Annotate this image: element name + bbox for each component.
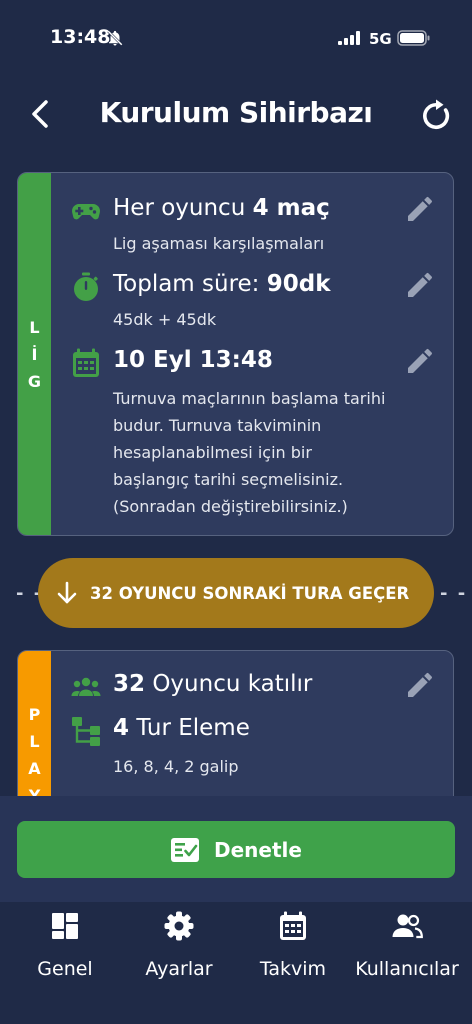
calendar-icon	[280, 911, 306, 940]
tab-label: Takvim	[259, 958, 327, 980]
arrow-down-icon	[57, 581, 77, 604]
tab-label: Ayarlar	[145, 958, 213, 980]
dashboard-icon	[52, 913, 78, 939]
page-title: Kurulum Sihirbazı	[99, 96, 373, 129]
stripe-letter: P	[28, 705, 41, 724]
rounds-text: 4 Tur Eleme	[113, 715, 250, 741]
header: Kurulum Sihirbazı	[0, 80, 472, 150]
tab-settings[interactable]: Ayarlar	[120, 910, 238, 980]
start-date-text: 10 Eyl 13:48	[113, 347, 273, 373]
stripe-letter: A	[28, 759, 41, 778]
group-icon	[71, 677, 101, 696]
status-bar: 13:48 5G	[0, 0, 472, 76]
stripe-letter: L	[29, 732, 40, 751]
bell-off-icon	[107, 30, 123, 46]
stripe-letter: L	[29, 317, 40, 337]
players-text: 32 Oyuncu katılır	[113, 671, 313, 697]
edit-icon[interactable]	[404, 193, 436, 225]
league-stripe: L İ G	[18, 173, 51, 535]
status-time: 13:48	[50, 26, 111, 48]
bracket-icon	[72, 717, 100, 746]
users-icon	[392, 914, 423, 939]
edit-icon[interactable]	[404, 345, 436, 377]
check-button[interactable]: Denetle	[17, 821, 455, 878]
tab-label: Genel	[37, 958, 93, 980]
bottom-action-panel: Denetle	[0, 796, 472, 902]
stripe-letter: G	[27, 371, 42, 391]
duration-subtitle: 45dk + 45dk	[113, 310, 217, 329]
start-date-description: Turnuva maçlarının başlama tarihi budur.…	[113, 389, 386, 516]
connector-dash-right: - -	[440, 583, 468, 604]
rounds-subtitle: 16, 8, 4, 2 galip	[113, 757, 239, 776]
gear-icon	[164, 911, 194, 941]
signal-icon	[338, 31, 360, 45]
matches-subtitle: Lig aşaması karşılaşmaları	[113, 234, 325, 253]
bottom-tab-bar: Genel Ayarlar Takvim Kullanıcılar	[0, 902, 472, 1024]
reset-icon[interactable]	[418, 98, 454, 134]
tab-general[interactable]: Genel	[6, 910, 124, 980]
advance-players-pill[interactable]: 32 OYUNCU SONRAKİ TURA GEÇER	[38, 558, 434, 628]
stopwatch-icon	[74, 272, 98, 301]
stripe-letter: İ	[31, 344, 38, 364]
league-stage-card: L İ G Her oyuncu 4 maç Lig aşaması karşı…	[17, 172, 454, 536]
calendar-icon	[73, 348, 99, 377]
tab-users[interactable]: Kullanıcılar	[348, 910, 466, 980]
edit-icon[interactable]	[404, 269, 436, 301]
duration-text: Toplam süre: 90dk	[113, 271, 331, 297]
gamepad-icon	[72, 204, 100, 220]
tab-calendar[interactable]: Takvim	[234, 910, 352, 980]
edit-icon[interactable]	[404, 669, 436, 701]
tab-label: Kullanıcılar	[355, 958, 459, 980]
battery-icon	[397, 30, 430, 46]
checklist-icon	[171, 837, 200, 862]
network-type: 5G	[369, 30, 392, 48]
check-button-label: Denetle	[214, 837, 302, 862]
matches-text: Her oyuncu 4 maç	[113, 195, 330, 221]
advance-label: 32 OYUNCU SONRAKİ TURA GEÇER	[90, 583, 410, 603]
